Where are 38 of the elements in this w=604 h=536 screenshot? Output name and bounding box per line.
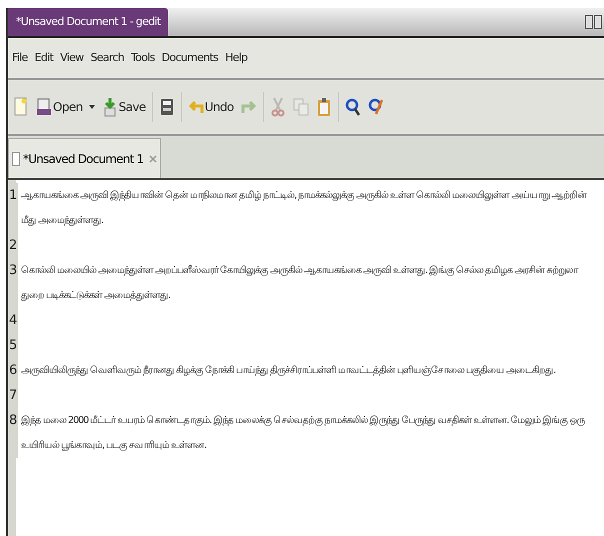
printer-icon: [158, 97, 175, 117]
download-arrow-icon: [102, 97, 118, 117]
folder-icon: [36, 97, 52, 117]
dropdown-arrow-icon[interactable]: [88, 105, 95, 109]
close-button[interactable]: [594, 15, 602, 29]
minimize-button[interactable]: [585, 15, 593, 29]
line-number: 7: [8, 383, 18, 408]
clipboard-icon: [316, 97, 332, 117]
line-number: 5: [8, 333, 18, 358]
window-title: *Unsaved Document 1 - gedit: [8, 8, 168, 36]
toolbar-button[interactable]: Undo: [186, 92, 235, 122]
line-number: 1: [8, 183, 18, 233]
scissors-icon: [270, 97, 286, 117]
toolbar-button[interactable]: Open: [35, 92, 96, 122]
menu-item[interactable]: Help: [225, 50, 248, 66]
text-editor[interactable]: [8, 178, 604, 536]
line-number: 4: [8, 308, 18, 333]
line-number: 6: [8, 358, 18, 383]
line-number: 8: [8, 408, 18, 458]
magnifier-pencil-icon: [368, 97, 384, 117]
text-line: ஆகாயகங்கை அருவி இந்தியாவின் தென் மாநிலமான தமிழ் நாட்டில், நாமக்கல்லுக்கு அருகில் உள்ள கொல்லி மலையிலுள்ள அய்யாறு ஆற்றின் மீது அமைந்துள்ளது.: [20, 189, 588, 228]
menu-item[interactable]: Tools: [131, 50, 155, 66]
line-number: 3: [8, 258, 18, 308]
menu-item[interactable]: File: [12, 50, 28, 66]
text-line: அருவியிலிருந்து வெளிவரும் நீரானது கிழக்கு நோக்கி பாய்ந்து திருச்சிராப்பள்ளி மாவட்டத்தின் புளியஞ்சோலை பகுதியை அடைகிறது.: [20, 364, 556, 378]
menu-item[interactable]: Edit: [34, 50, 54, 66]
menu-item[interactable]: View: [60, 50, 84, 66]
line-number: 2: [8, 233, 18, 258]
text-line: இந்த மலை 2000 மீட்டர் உயரம் கொண்டதாகும். இந்த மலைக்கு செல்வதற்கு நாமக்கலில் இருந்து பேருந்து வசதிகள் உள்ளன. மேலும் இங்கு ஒரு உயிரியல் பூங்காவும், படகு சவாரியும் உள்ளன.: [20, 414, 586, 453]
text-line: கொல்லி மலையில் அமைந்துள்ள அறப்பளீஸ்வரர் கோயிலுக்கு அருகில் ஆகாயகங்கை அருவி உள்ளது. இங்கு செல்ல தமிழக அரசின் சுற்றுலா துறை படிக்கட்டுக்கள் அமைத்துள்ளது.: [20, 264, 579, 303]
document-icon: [12, 152, 20, 166]
menu-item[interactable]: Search: [90, 50, 124, 66]
new-document-icon: [13, 97, 29, 117]
magnifier-icon: [344, 97, 361, 117]
document-tab[interactable]: *Unsaved Document 1: [8, 138, 162, 178]
menu-item[interactable]: Documents: [162, 50, 218, 66]
toolbar-button[interactable]: Save: [100, 92, 147, 122]
copy-pages-icon: [292, 97, 309, 117]
